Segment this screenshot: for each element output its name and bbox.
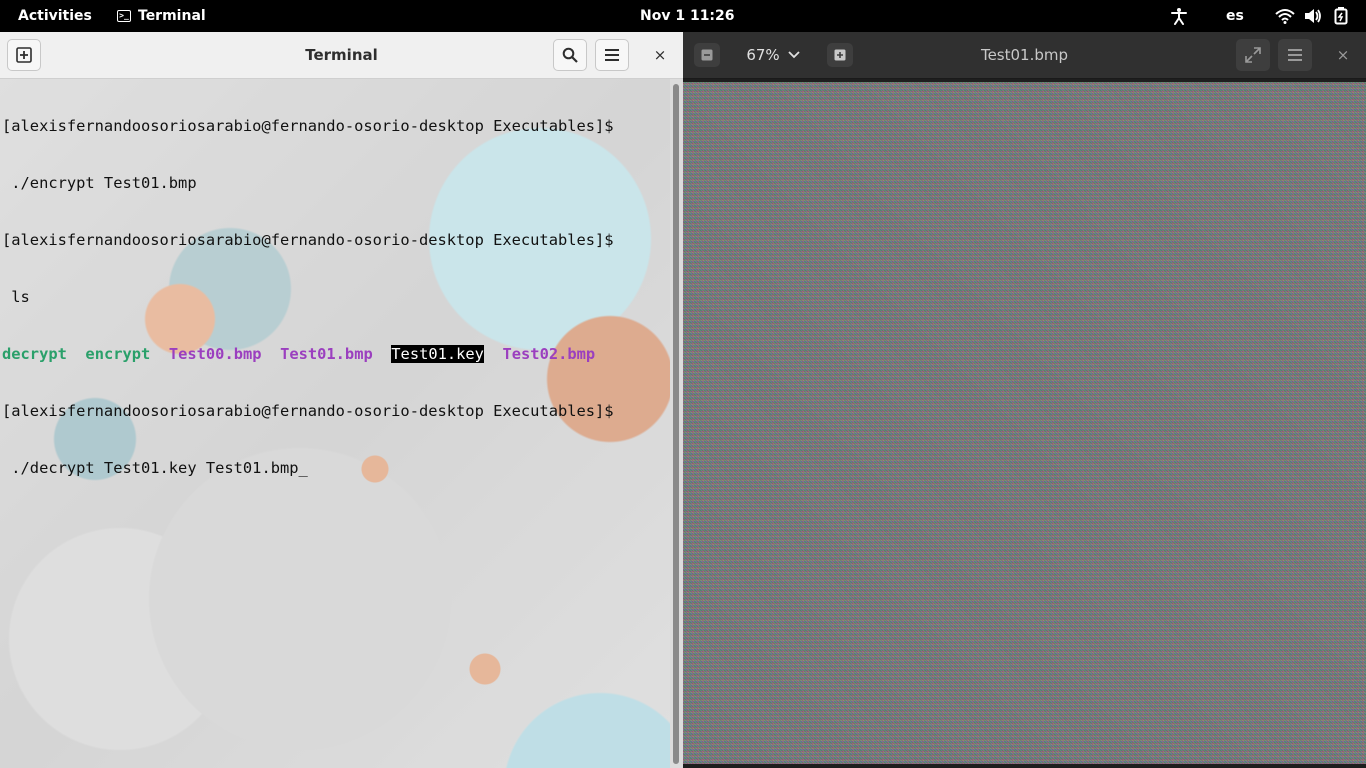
keyboard-layout-indicator[interactable]: es (1226, 0, 1244, 32)
viewer-headerbar: 67% Test01.bmp × (683, 32, 1366, 79)
battery-icon[interactable] (1334, 0, 1350, 32)
command-line-current: ./decrypt Test01.key Test01.bmp_ (2, 459, 308, 477)
ls-entry-test02: Test02.bmp (502, 345, 596, 363)
terminal-window: Terminal × [alexisfernandoosoriosarabio@… (0, 32, 683, 768)
app-menu[interactable]: >_ Terminal (117, 0, 206, 32)
wifi-icon[interactable] (1275, 0, 1295, 32)
command-line: ./encrypt Test01.bmp (2, 174, 197, 192)
encrypted-image-noise (683, 82, 1366, 764)
ls-entry-encrypt: encrypt (85, 345, 151, 363)
viewer-close-button[interactable]: × (1328, 32, 1358, 78)
viewer-menu-button[interactable] (1278, 39, 1312, 71)
fullscreen-button[interactable] (1236, 39, 1270, 71)
image-canvas[interactable] (683, 82, 1366, 764)
ls-output-line: decrypt encrypt Test00.bmp Test01.bmp Te… (2, 345, 614, 364)
terminal-headerbar: Terminal × (0, 32, 683, 79)
ls-entry-test01-key: Test01.key (391, 345, 484, 363)
app-menu-label: Terminal (138, 8, 206, 24)
terminal-scrollbar[interactable] (673, 84, 679, 764)
terminal-app-icon: >_ (117, 10, 131, 22)
fullscreen-icon (1245, 47, 1261, 63)
hamburger-menu-icon (1288, 49, 1302, 61)
terminal-close-button[interactable]: × (645, 32, 675, 78)
ls-entry-test00: Test00.bmp (168, 345, 262, 363)
terminal-output: [alexisfernandoosoriosarabio@fernando-os… (2, 79, 614, 516)
prompt-line: [alexisfernandoosoriosarabio@fernando-os… (2, 402, 614, 420)
search-button[interactable] (553, 39, 587, 71)
image-viewer-window: 67% Test01.bmp × (683, 32, 1366, 768)
clock[interactable]: Nov 1 11:26 (640, 0, 735, 32)
hamburger-menu-icon (605, 49, 619, 61)
prompt-line: [alexisfernandoosoriosarabio@fernando-os… (2, 117, 614, 135)
accessibility-icon[interactable] (1170, 0, 1188, 32)
ls-entry-test01: Test01.bmp (280, 345, 373, 363)
menu-button[interactable] (595, 39, 629, 71)
ls-entry-decrypt: decrypt (2, 345, 67, 363)
search-icon (562, 47, 578, 63)
volume-icon[interactable] (1304, 0, 1322, 32)
prompt-line: [alexisfernandoosoriosarabio@fernando-os… (2, 231, 614, 249)
command-line: ls (2, 288, 30, 306)
top-bar: Activities >_ Terminal Nov 1 11:26 es (0, 0, 1366, 32)
terminal-body[interactable]: [alexisfernandoosoriosarabio@fernando-os… (0, 79, 670, 768)
activities-button[interactable]: Activities (18, 0, 92, 32)
